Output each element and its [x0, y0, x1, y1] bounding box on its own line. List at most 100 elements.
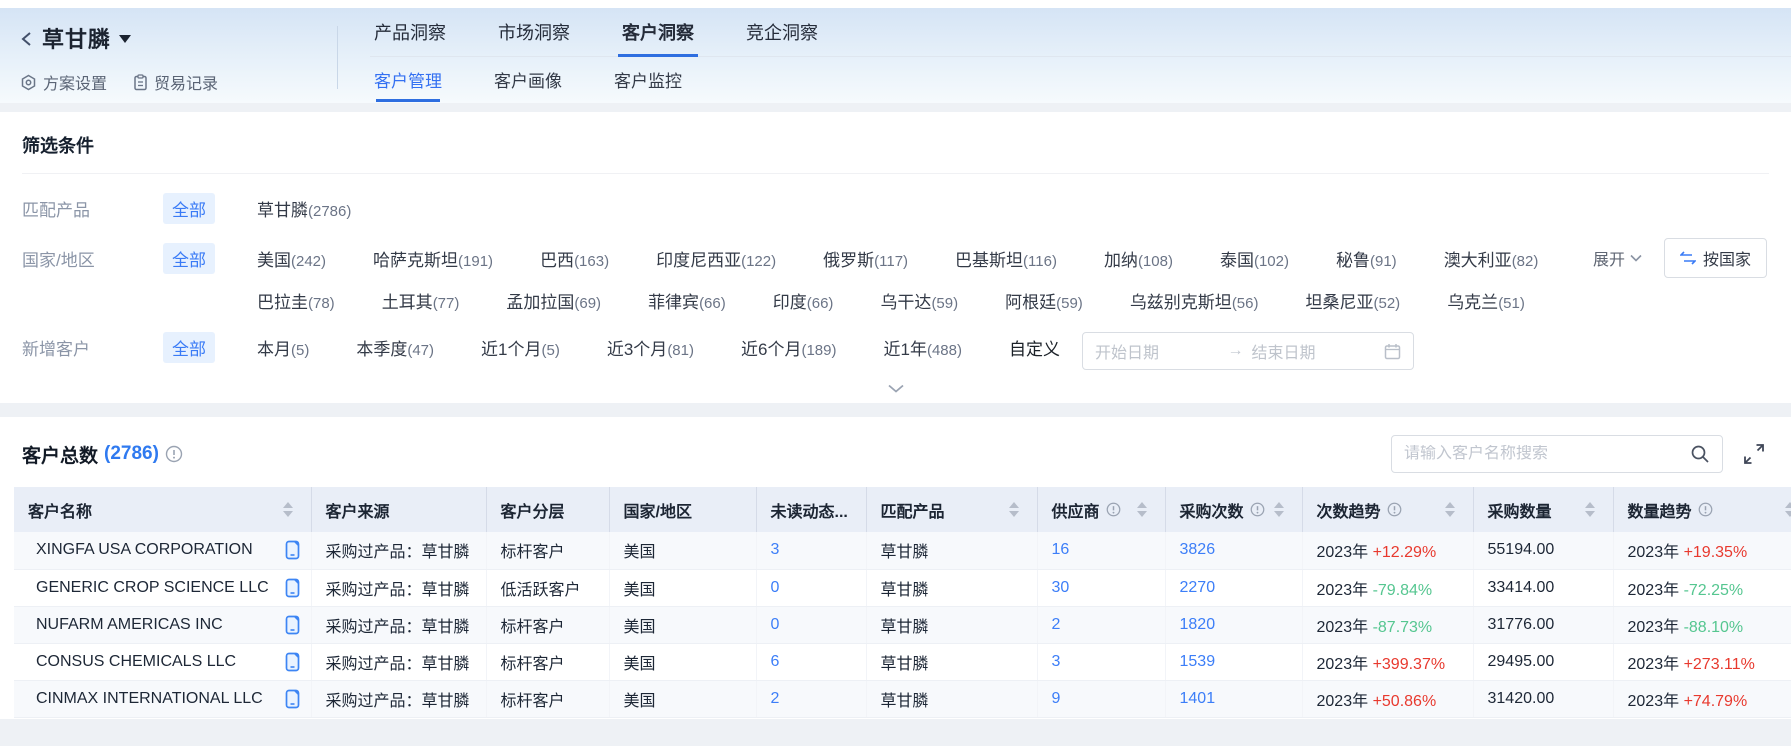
country-option[interactable]: 巴西(163) [540, 246, 609, 271]
main-tab[interactable]: 竞企洞察 [742, 8, 822, 56]
country-option[interactable]: 巴基斯坦(116) [955, 246, 1057, 271]
by-country-button[interactable]: 按国家 [1664, 238, 1767, 278]
country-option[interactable]: 阿根廷(59) [1005, 288, 1083, 313]
date-range-picker[interactable]: 开始日期 → 结束日期 [1082, 332, 1414, 370]
unread-count-link[interactable]: 3 [771, 541, 780, 558]
column-header[interactable]: 数量趋势 [1613, 487, 1791, 532]
search-icon[interactable] [1690, 444, 1710, 464]
country-option[interactable]: 秘鲁(91) [1336, 246, 1397, 271]
column-header[interactable]: 匹配产品 [866, 487, 1037, 532]
back-icon[interactable] [20, 31, 34, 45]
country-option[interactable]: 孟加拉国(69) [506, 288, 601, 313]
column-header[interactable]: 采购次数 [1165, 487, 1302, 532]
contact-icon[interactable] [284, 540, 301, 560]
sort-caret-icon[interactable] [1445, 497, 1463, 522]
product-all-chip[interactable]: 全部 [163, 193, 215, 224]
contact-icon[interactable] [284, 652, 301, 672]
country-option[interactable]: 泰国(102) [1220, 246, 1289, 271]
collapse-filter-toggle[interactable] [0, 370, 1791, 403]
country-option[interactable]: 哈萨克斯坦(191) [373, 246, 493, 271]
fullscreen-icon[interactable] [1743, 443, 1765, 465]
column-header[interactable]: 采购数量 [1473, 487, 1613, 532]
customers-total-title: 客户总数 (2786) [22, 441, 183, 468]
custom-range-link[interactable]: 自定义 [1009, 332, 1060, 360]
suppliers-count-link[interactable]: 2 [1052, 616, 1061, 633]
purchase-times-link[interactable]: 3826 [1180, 541, 1216, 558]
start-date-input[interactable]: 开始日期 [1095, 339, 1220, 363]
sort-caret-icon[interactable] [283, 497, 301, 522]
country-option[interactable]: 印度(66) [773, 288, 834, 313]
unread-count-link[interactable]: 0 [771, 616, 780, 633]
sort-caret-icon[interactable] [1785, 497, 1791, 522]
customer-name[interactable]: NUFARM AMERICAS INC [36, 616, 223, 634]
sub-tab[interactable]: 客户管理 [370, 57, 446, 102]
suppliers-count-link[interactable]: 30 [1052, 579, 1070, 596]
newcust-all-chip[interactable]: 全部 [163, 332, 215, 363]
purchase-times-link[interactable]: 2270 [1180, 579, 1216, 596]
contact-icon[interactable] [284, 615, 301, 635]
main-tab[interactable]: 产品洞察 [370, 8, 450, 56]
scheme-settings-label: 方案设置 [43, 70, 107, 94]
newcust-option[interactable]: 近1年(488) [884, 335, 963, 360]
chevron-down-icon[interactable] [119, 35, 131, 49]
newcust-option[interactable]: 近3个月(81) [607, 335, 694, 360]
unread-count-link[interactable]: 6 [771, 653, 780, 670]
country-option[interactable]: 加纳(108) [1104, 246, 1173, 271]
newcust-option[interactable]: 近1个月(5) [481, 335, 560, 360]
country-option[interactable]: 菲律宾(66) [648, 288, 726, 313]
suppliers-count-link[interactable]: 3 [1052, 653, 1061, 670]
country-option[interactable]: 乌干达(59) [880, 288, 958, 313]
unread-count-link[interactable]: 0 [771, 579, 780, 596]
country-option[interactable]: 巴拉圭(78) [257, 288, 335, 313]
sort-caret-icon[interactable] [1274, 497, 1292, 522]
customer-name[interactable]: CINMAX INTERNATIONAL LLC [36, 690, 263, 708]
country-all-chip[interactable]: 全部 [163, 243, 215, 274]
filter-panel: 筛选条件 匹配产品 全部 草甘膦(2786) 国家/地区 全部 美国(242)哈… [0, 112, 1791, 403]
column-header[interactable]: 供应商 [1037, 487, 1165, 532]
unread-count-link[interactable]: 2 [771, 690, 780, 707]
newcust-option[interactable]: 本月(5) [257, 335, 309, 360]
end-date-input[interactable]: 结束日期 [1252, 339, 1377, 363]
country-option[interactable]: 乌兹别克斯坦(56) [1130, 288, 1259, 313]
country-option[interactable]: 美国(242) [257, 246, 326, 271]
customer-search-input[interactable] [1404, 445, 1682, 463]
suppliers-count-link[interactable]: 9 [1052, 690, 1061, 707]
newcust-option[interactable]: 近6个月(189) [741, 335, 837, 360]
product-option[interactable]: 草甘膦(2786) [257, 196, 351, 221]
column-label: 国家/地区 [624, 498, 692, 522]
purchase-times-link[interactable]: 1820 [1180, 616, 1216, 633]
sort-caret-icon[interactable] [1009, 497, 1027, 522]
sort-caret-icon[interactable] [1137, 497, 1155, 522]
suppliers-count-link[interactable]: 16 [1052, 541, 1070, 558]
scheme-settings-button[interactable]: 方案设置 [20, 70, 107, 94]
trade-records-button[interactable]: 贸易记录 [133, 70, 218, 94]
filter-label: 匹配产品 [22, 193, 163, 221]
customer-name[interactable]: GENERIC CROP SCIENCE LLC [36, 579, 269, 597]
newcust-option[interactable]: 本季度(47) [356, 335, 434, 360]
purchase-times-link[interactable]: 1539 [1180, 653, 1216, 670]
customer-tier: 低活跃客户 [486, 569, 609, 606]
country-option[interactable]: 坦桑尼亚(52) [1306, 288, 1401, 313]
customer-name[interactable]: CONSUS CHEMICALS LLC [36, 653, 236, 671]
country-option[interactable]: 印度尼西亚(122) [656, 246, 776, 271]
country-option[interactable]: 俄罗斯(117) [823, 246, 908, 271]
purchase-times-link[interactable]: 1401 [1180, 690, 1216, 707]
sort-caret-icon[interactable] [1585, 497, 1603, 522]
sub-tab[interactable]: 客户监控 [610, 57, 686, 102]
table-header-row: 客户名称 客户来源 [14, 487, 1791, 532]
column-header[interactable]: 客户名称 [14, 487, 311, 532]
country-option[interactable]: 土耳其(77) [382, 288, 460, 313]
purchase-quantity: 31776.00 [1473, 606, 1613, 643]
main-tab[interactable]: 市场洞察 [494, 8, 574, 56]
customer-name[interactable]: XINGFA USA CORPORATION [36, 541, 253, 559]
purchase-quantity: 29495.00 [1473, 643, 1613, 680]
contact-icon[interactable] [284, 578, 301, 598]
contact-icon[interactable] [284, 689, 301, 709]
column-header[interactable]: 次数趋势 [1302, 487, 1473, 532]
purchase-quantity: 33414.00 [1473, 569, 1613, 606]
main-tab[interactable]: 客户洞察 [618, 8, 698, 56]
expand-toggle[interactable]: 展开 [1593, 246, 1642, 270]
country-option[interactable]: 乌克兰(51) [1447, 288, 1525, 313]
country-option[interactable]: 澳大利亚(82) [1444, 246, 1539, 271]
sub-tab[interactable]: 客户画像 [490, 57, 566, 102]
